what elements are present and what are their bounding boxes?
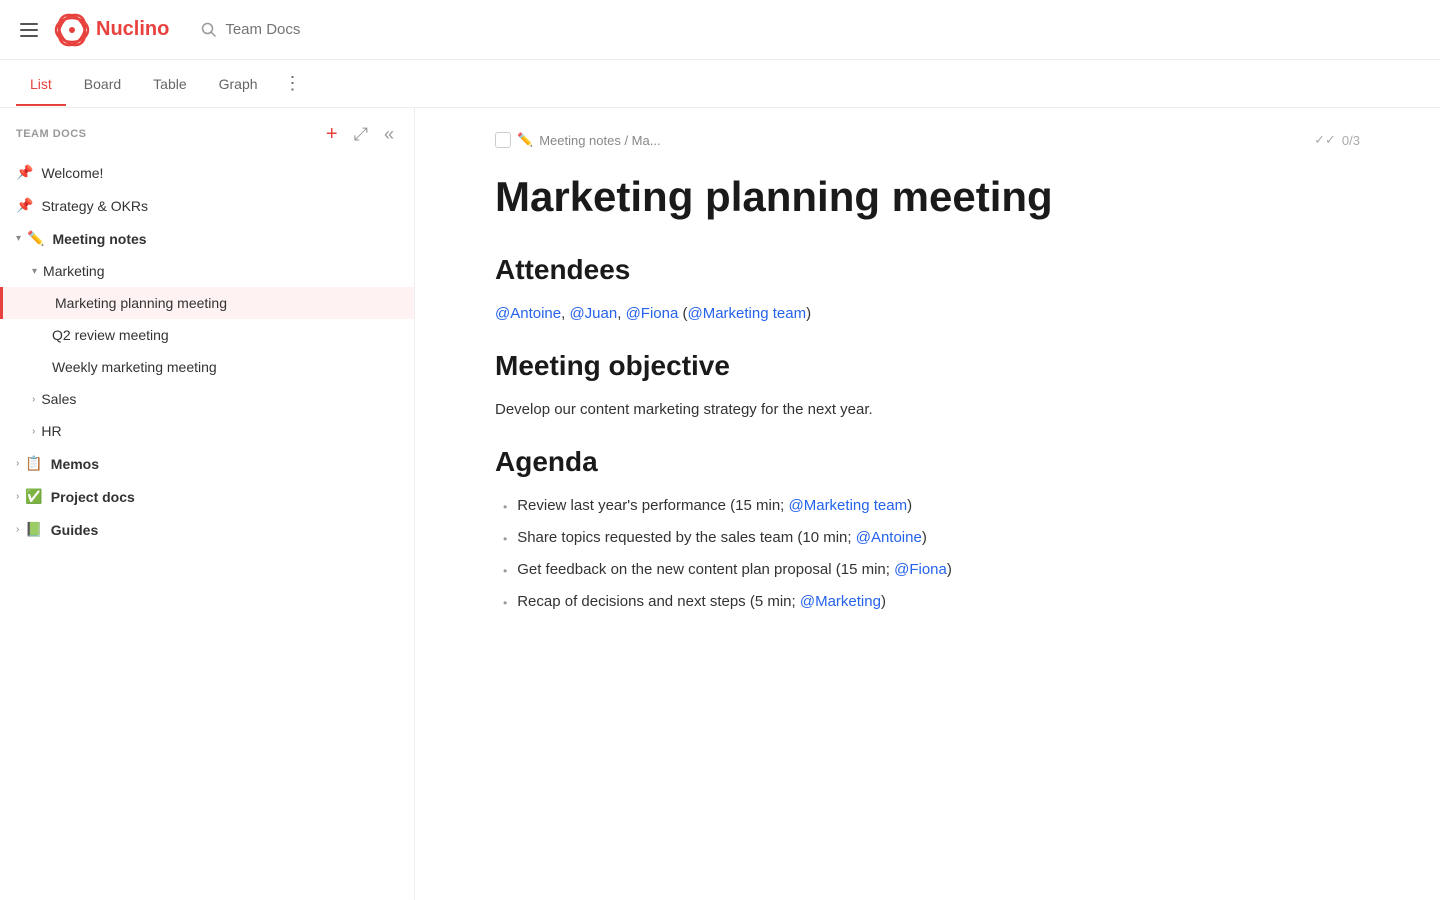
tab-graph[interactable]: Graph: [205, 64, 272, 106]
breadcrumb-path: Meeting notes / Ma...: [539, 133, 660, 148]
logo[interactable]: Nuclino: [54, 12, 169, 48]
topbar: Nuclino: [0, 0, 1440, 60]
search-input[interactable]: [225, 21, 425, 38]
guides-icon: 📗: [25, 521, 42, 538]
sidebar-item-sales[interactable]: › Sales: [0, 383, 414, 415]
project-docs-icon: ✅: [25, 488, 42, 505]
chevron-right-icon: ›: [16, 491, 19, 502]
chevron-right-icon: ›: [32, 426, 35, 437]
section-heading-attendees: Attendees: [495, 254, 1360, 286]
sidebar-item-label: Q2 review meeting: [52, 327, 382, 343]
sidebar-item-label: HR: [41, 423, 382, 439]
sidebar-header: TEAM DOCS + ⤢ «: [0, 108, 414, 156]
sidebar-item-memos[interactable]: › 📋 Memos: [0, 447, 414, 480]
sidebar-item-label: Marketing: [43, 263, 382, 279]
sidebar-item-strategy[interactable]: 📌 Strategy & OKRs: [0, 189, 414, 222]
mention-fiona[interactable]: @Fiona: [626, 305, 679, 322]
pin-icon: 📌: [16, 164, 33, 181]
tab-list[interactable]: List: [16, 64, 66, 106]
tab-board[interactable]: Board: [70, 64, 135, 106]
sidebar-item-welcome[interactable]: 📌 Welcome!: [0, 156, 414, 189]
app-name: Nuclino: [96, 18, 169, 41]
sidebar-item-meeting-notes[interactable]: ▾ ✏️ Meeting notes: [0, 222, 414, 255]
sidebar-item-label: Sales: [41, 391, 382, 407]
pin-icon: 📌: [16, 197, 33, 214]
menu-button[interactable]: [16, 19, 42, 41]
double-check-icon: ✓✓: [1314, 132, 1336, 148]
mention-marketing-team-1[interactable]: @Marketing team: [789, 497, 908, 514]
sidebar-item-label: Weekly marketing meeting: [52, 359, 382, 375]
memos-icon: 📋: [25, 455, 42, 472]
attendees-paragraph: @Antoine, @Juan, @Fiona (@Marketing team…: [495, 302, 1360, 326]
sidebar-item-guides[interactable]: › 📗 Guides: [0, 513, 414, 546]
tabs-bar: List Board Table Graph ⋮: [0, 60, 1440, 108]
list-item: Recap of decisions and next steps (5 min…: [495, 590, 1360, 614]
add-item-button[interactable]: +: [322, 122, 342, 146]
sidebar-item-label: Project docs: [51, 489, 382, 505]
tabs-more-button[interactable]: ⋮: [276, 65, 310, 102]
breadcrumb-left: ✏️ Meeting notes / Ma...: [495, 132, 661, 148]
mention-antoine-2[interactable]: @Antoine: [856, 529, 922, 546]
sidebar-item-label: Guides: [51, 522, 382, 538]
sidebar-item-label: Memos: [51, 456, 382, 472]
sidebar-item-label: Meeting notes: [52, 231, 382, 247]
breadcrumb-right: ✓✓ 0/3: [1314, 132, 1360, 148]
chevron-down-icon: ▾: [16, 233, 21, 244]
objective-paragraph: Develop our content marketing strategy f…: [495, 398, 1360, 422]
section-heading-objective: Meeting objective: [495, 350, 1360, 382]
main-layout: TEAM DOCS + ⤢ « 📌 Welcome! 📌 Strategy & …: [0, 108, 1440, 900]
collapse-button[interactable]: «: [380, 123, 398, 145]
sidebar-item-label: Marketing planning meeting: [55, 295, 382, 311]
mention-antoine[interactable]: @Antoine: [495, 305, 561, 322]
sidebar-item-q2-review[interactable]: Q2 review meeting: [0, 319, 414, 351]
search-icon: [201, 22, 217, 38]
list-item: Get feedback on the new content plan pro…: [495, 558, 1360, 582]
mention-marketing-2[interactable]: @Marketing: [800, 593, 881, 610]
breadcrumb: ✏️ Meeting notes / Ma... ✓✓ 0/3: [495, 132, 1360, 148]
task-progress: 0/3: [1342, 133, 1360, 148]
sidebar-item-weekly-marketing[interactable]: Weekly marketing meeting: [0, 351, 414, 383]
mention-marketing-team[interactable]: @Marketing team: [687, 305, 806, 322]
tab-table[interactable]: Table: [139, 64, 200, 106]
section-heading-agenda: Agenda: [495, 446, 1360, 478]
agenda-list: Review last year's performance (15 min; …: [495, 494, 1360, 614]
sidebar-actions: + ⤢ «: [322, 122, 398, 146]
chevron-right-icon: ›: [16, 458, 19, 469]
list-item: Review last year's performance (15 min; …: [495, 494, 1360, 518]
mention-fiona-2[interactable]: @Fiona: [894, 561, 947, 578]
doc-icon: ✏️: [517, 132, 533, 148]
chevron-right-icon: ›: [16, 524, 19, 535]
document-content: ✏️ Meeting notes / Ma... ✓✓ 0/3 Marketin…: [415, 108, 1440, 900]
meeting-notes-icon: ✏️: [27, 230, 44, 247]
list-item: Share topics requested by the sales team…: [495, 526, 1360, 550]
sidebar-item-label: Strategy & OKRs: [41, 198, 382, 214]
workspace-title: TEAM DOCS: [16, 128, 87, 140]
sidebar-item-marketing-planning[interactable]: Marketing planning meeting: [0, 287, 414, 319]
sidebar-item-marketing[interactable]: ▾ Marketing: [0, 255, 414, 287]
sidebar-item-project-docs[interactable]: › ✅ Project docs: [0, 480, 414, 513]
mention-juan[interactable]: @Juan: [569, 305, 617, 322]
chevron-down-icon: ▾: [32, 266, 37, 277]
doc-checkbox[interactable]: [495, 132, 511, 148]
search-bar[interactable]: [201, 21, 425, 38]
document-title: Marketing planning meeting: [495, 172, 1360, 222]
chevron-right-icon: ›: [32, 394, 35, 405]
sidebar-item-hr[interactable]: › HR: [0, 415, 414, 447]
sidebar: TEAM DOCS + ⤢ « 📌 Welcome! 📌 Strategy & …: [0, 108, 415, 900]
logo-icon: [54, 12, 90, 48]
expand-button[interactable]: ⤢: [350, 123, 372, 145]
sidebar-item-label: Welcome!: [41, 165, 382, 181]
